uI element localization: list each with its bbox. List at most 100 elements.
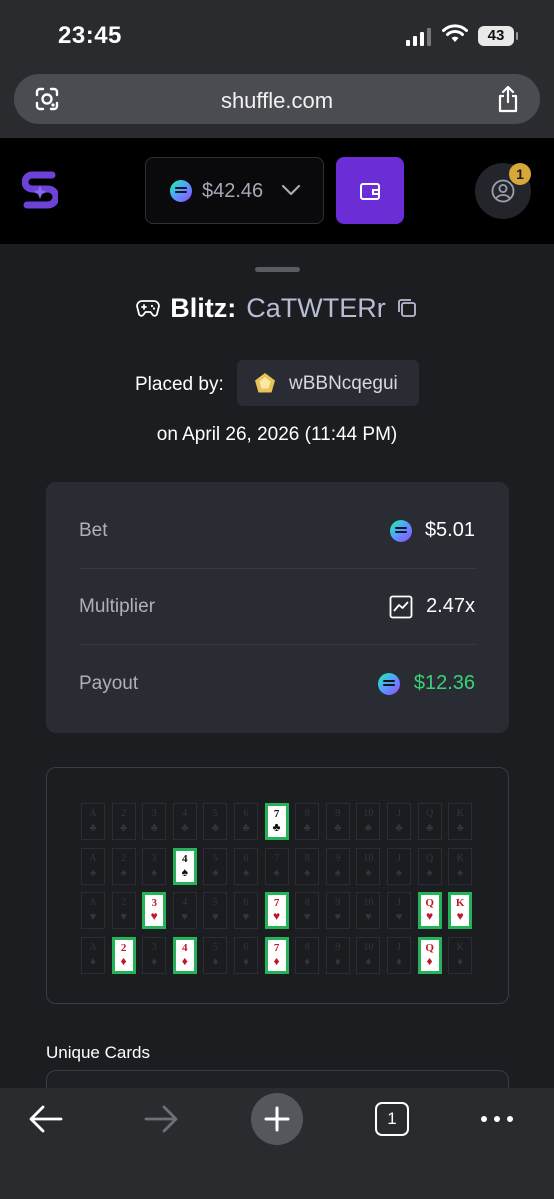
card-rank: 8 [304,897,310,908]
tabs-button[interactable]: 1 [375,1102,409,1136]
card-rank: 2 [120,941,127,954]
card-rank: 5 [212,852,218,864]
cellular-signal-icon [406,28,431,46]
card-suit: ♠ [396,866,402,879]
new-tab-button[interactable] [251,1093,303,1145]
card-rank: 7 [274,852,280,864]
card: 9 ♥ [325,892,350,929]
card-suit: ♥ [212,911,219,923]
card: 2 ♥ [111,892,136,929]
card: 6 ♥ [234,892,258,929]
card-suit: ♥ [150,909,158,923]
card: 10 ♥ [356,892,381,929]
card-suit: ♣ [456,822,464,834]
card-rank: 7 [273,808,280,820]
card-rank: 8 [304,852,310,864]
card-suit: ♣ [181,822,189,834]
more-icon[interactable] [481,1116,513,1122]
card-rank: K [455,897,465,909]
card-rank: 3 [151,852,157,864]
app-header: $42.46 [0,138,554,244]
bet-details-sheet: Blitz: CaTWTERr Placed by: wBBNcqegui on… [0,244,554,1110]
address-bar[interactable]: shuffle.com [14,74,540,124]
plus-icon [264,1106,290,1132]
card-suit: ♠ [243,866,249,879]
gamepad-icon [136,300,161,317]
gem-avatar-icon [255,373,275,393]
card: K ♦ [448,936,473,974]
browser-bottom-bar: 1 [0,1088,554,1199]
shuffle-logo-icon[interactable] [22,171,58,209]
card-selected: Q ♦ [417,936,442,974]
card-suit: ♠ [334,866,341,879]
wallet-button[interactable] [336,157,404,224]
unique-cards-label: Unique Cards [46,1043,150,1062]
card-rank: Q [425,941,434,954]
card-rank: 8 [304,808,310,819]
back-arrow-icon[interactable] [28,1104,64,1134]
card-suit: ♣ [425,822,434,834]
card-rank: 6 [243,852,249,864]
status-time: 23:45 [58,22,122,49]
card: 10 ♦ [356,936,381,974]
card-suit: ♣ [119,822,128,834]
card: 8 ♠ [295,847,320,885]
card-suit: ♦ [365,955,372,968]
card-suit: ♣ [364,822,372,834]
card-rank: A [89,941,97,953]
card-suit: ♣ [334,822,342,834]
card: 5 ♠ [203,847,228,885]
card-rank: 3 [151,897,157,909]
card-suit: ♠ [90,866,96,879]
card-rank: K [456,941,464,953]
card-suit: ♠ [212,866,219,879]
card-rank: 5 [212,808,218,819]
browser-toolbar: shuffle.com [0,70,554,138]
share-icon[interactable] [496,85,520,113]
card-rank: A [89,852,97,864]
card-suit: ♠ [304,866,311,879]
card: A ♣ [81,803,105,840]
bet-id: CaTWTERr [246,292,386,323]
card: A ♦ [81,936,105,974]
card: Q ♠ [417,847,442,885]
card-rank: 2 [121,808,127,819]
payout-row: Payout $12.36 [79,646,475,722]
user-chip[interactable]: wBBNcqegui [237,360,419,406]
sheet-drag-handle[interactable] [255,267,300,272]
card-rank: J [397,897,401,908]
card-rank: K [456,852,464,864]
multiplier-label: Multiplier [79,596,156,617]
copy-icon[interactable] [396,297,418,319]
card-rank: 10 [363,941,374,953]
card-suit: ♥ [365,911,372,923]
bet-value: $5.01 [424,519,475,541]
card-suit: ♦ [243,955,249,968]
card-suit: ♥ [120,911,127,923]
card: J ♦ [387,936,411,974]
card-selected: 7 ♣ [264,803,289,840]
card-rank: 6 [243,897,249,908]
forward-arrow-icon[interactable] [143,1104,179,1134]
card-rank: 10 [363,808,374,819]
card-suit: ♥ [181,911,189,923]
card: 5 ♦ [203,936,228,974]
card-selected: Q ♥ [417,892,442,929]
card-rank: Q [425,852,434,864]
card-suit: ♥ [426,909,434,923]
card-rank: 2 [121,852,127,864]
card-selected: 7 ♥ [264,892,289,929]
card: A ♥ [81,892,105,929]
status-bar: 23:45 43 [0,0,554,70]
card-suit: ♠ [151,866,158,879]
card-suit: ♠ [426,866,433,879]
card: 3 ♠ [142,847,167,885]
card: 6 ♠ [234,847,258,885]
card-rank: 5 [212,941,218,953]
card: 3 ♦ [142,936,167,974]
solana-coin-icon [378,673,400,695]
card: Q ♣ [417,803,442,840]
card-suit: ♣ [89,822,97,834]
card-rank: 5 [212,897,218,908]
balance-selector[interactable]: $42.46 [145,157,324,224]
